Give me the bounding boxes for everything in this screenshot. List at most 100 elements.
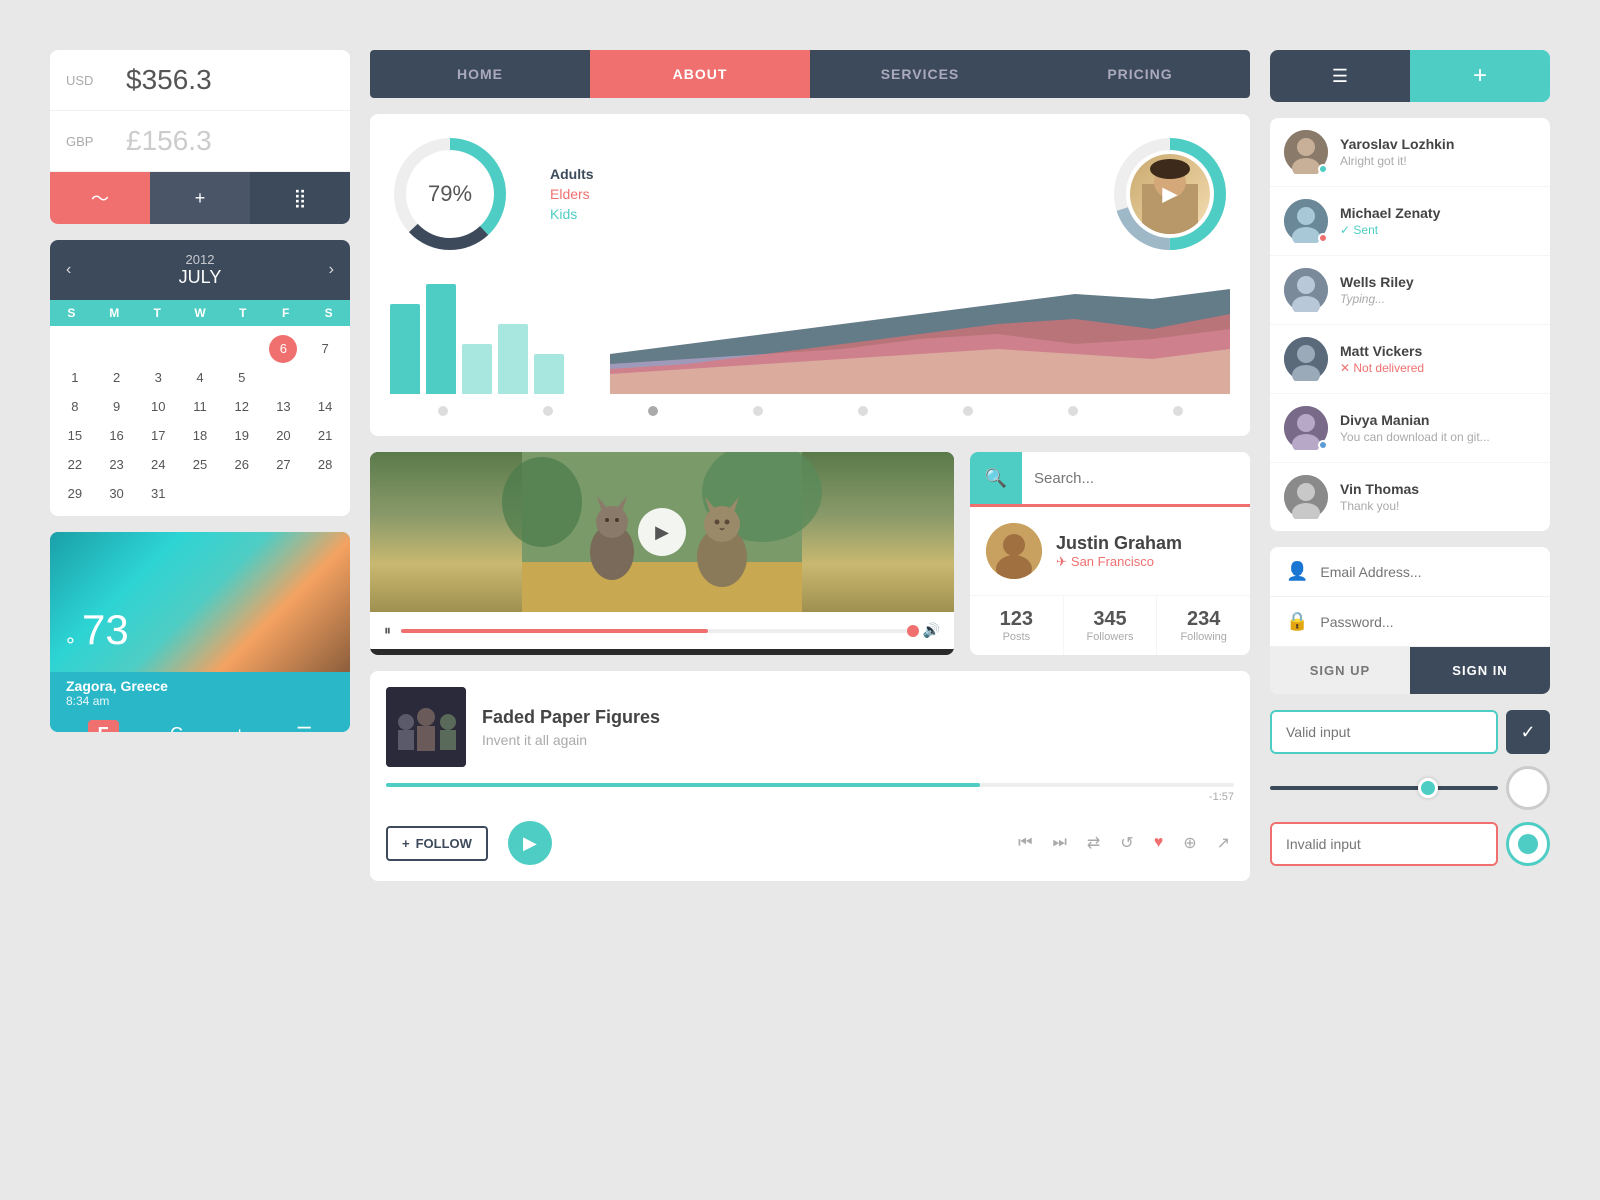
invalid-input-field[interactable] (1270, 822, 1498, 866)
cal-cell[interactable]: 8 (54, 392, 96, 421)
cal-cell[interactable] (263, 363, 305, 392)
radio-button[interactable] (1506, 822, 1550, 866)
chart-dot[interactable] (858, 406, 868, 416)
cal-cell[interactable]: 24 (137, 450, 179, 479)
cal-cell[interactable]: 1 (54, 363, 96, 392)
cal-cell[interactable] (96, 334, 138, 363)
cal-cell-today[interactable]: 6 (269, 335, 297, 363)
video-progress-track[interactable] (401, 629, 913, 633)
chart-dot[interactable] (1068, 406, 1078, 416)
cal-cell[interactable]: 14 (304, 392, 346, 421)
cal-cell[interactable] (304, 479, 346, 508)
cal-cell[interactable]: 10 (137, 392, 179, 421)
chart-dot-active[interactable] (648, 406, 658, 416)
cal-cell[interactable] (137, 334, 179, 363)
nav-about[interactable]: ABOUT (590, 50, 810, 98)
cal-cell[interactable]: 15 (54, 421, 96, 450)
cal-cell[interactable] (304, 363, 346, 392)
nav-home[interactable]: HOME (370, 50, 590, 98)
chart-dot[interactable] (1173, 406, 1183, 416)
cal-cell[interactable]: 19 (221, 421, 263, 450)
shuffle-button[interactable]: ⇄ (1083, 829, 1104, 857)
download-button[interactable]: ⊕ (1179, 829, 1200, 857)
cal-cell[interactable] (54, 334, 96, 363)
cal-cell[interactable] (263, 479, 305, 508)
cal-cell[interactable] (221, 334, 263, 363)
cal-cell[interactable]: 27 (263, 450, 305, 479)
cal-cell[interactable]: 23 (96, 450, 138, 479)
cal-cell[interactable]: 18 (179, 421, 221, 450)
video-play-button[interactable]: ▶ (638, 508, 686, 556)
video-pause-button[interactable]: ⏸ (384, 622, 391, 639)
cal-cell[interactable]: 12 (221, 392, 263, 421)
message-item-michael[interactable]: Michael Zenaty ✓ Sent (1270, 187, 1550, 256)
message-item-divya[interactable]: Divya Manian You can download it on git.… (1270, 394, 1550, 463)
video-progress-thumb[interactable] (907, 625, 919, 637)
cal-cell[interactable]: 28 (304, 450, 346, 479)
cal-cell[interactable]: 20 (263, 421, 305, 450)
share-button[interactable]: ↗ (1213, 829, 1234, 857)
message-item-vin[interactable]: Vin Thomas Thank you! (1270, 463, 1550, 531)
cal-cell[interactable]: 4 (179, 363, 221, 392)
weather-add-button[interactable]: + (234, 724, 245, 732)
cal-cell[interactable]: 25 (179, 450, 221, 479)
weather-list-button[interactable]: ☰ (296, 724, 312, 732)
signin-button[interactable]: SIGN IN (1410, 647, 1550, 694)
slider-thumb[interactable] (1418, 778, 1438, 798)
weather-c-button[interactable]: C (170, 724, 183, 732)
search-button[interactable]: 🔍 (970, 452, 1022, 504)
cal-cell[interactable]: 9 (96, 392, 138, 421)
cal-cell[interactable]: 26 (221, 450, 263, 479)
volume-icon[interactable]: 🔊 (923, 622, 940, 639)
cal-cell[interactable] (179, 334, 221, 363)
add-message-button[interactable]: + (1410, 50, 1550, 102)
like-button[interactable]: ♥ (1150, 830, 1168, 856)
nav-pricing[interactable]: PRICING (1030, 50, 1250, 98)
cal-cell[interactable]: 11 (179, 392, 221, 421)
cal-cell[interactable]: 29 (54, 479, 96, 508)
cal-cell[interactable]: 17 (137, 421, 179, 450)
music-progress-track[interactable] (386, 783, 1234, 787)
cal-cell[interactable]: 21 (304, 421, 346, 450)
repeat-button[interactable]: ↺ (1116, 829, 1137, 857)
next-button[interactable]: ⏭ (1048, 830, 1070, 856)
cal-cell[interactable]: 30 (96, 479, 138, 508)
cal-cell[interactable]: 3 (137, 363, 179, 392)
cal-cell[interactable] (221, 479, 263, 508)
profile-play-icon[interactable]: ▶ (1162, 182, 1177, 207)
email-field[interactable] (1320, 564, 1534, 580)
cal-cell[interactable]: 13 (263, 392, 305, 421)
search-input[interactable] (1022, 470, 1250, 487)
cal-cell[interactable]: 16 (96, 421, 138, 450)
cal-cell[interactable] (179, 479, 221, 508)
password-field[interactable] (1320, 614, 1534, 630)
currency-chart-button[interactable]: 〜 (50, 172, 150, 224)
weather-f-button[interactable]: F (88, 720, 119, 732)
valid-input-field[interactable] (1270, 710, 1498, 754)
chart-dot[interactable] (543, 406, 553, 416)
cal-cell[interactable]: 2 (96, 363, 138, 392)
nav-services[interactable]: SERVICES (810, 50, 1030, 98)
cal-cell[interactable]: 5 (221, 363, 263, 392)
chart-dot[interactable] (753, 406, 763, 416)
follow-button[interactable]: + FOLLOW (386, 826, 488, 861)
message-item-matt[interactable]: Matt Vickers ✕ Not delivered (1270, 325, 1550, 394)
currency-grid-button[interactable]: ⣿ (250, 172, 350, 224)
currency-add-button[interactable]: + (150, 172, 250, 224)
calendar-prev-button[interactable]: ‹ (66, 261, 71, 279)
slider-track[interactable] (1270, 786, 1498, 790)
menu-button[interactable]: ☰ (1270, 50, 1410, 102)
prev-button[interactable]: ⏮ (1014, 830, 1036, 856)
cal-cell[interactable]: 22 (54, 450, 96, 479)
signup-button[interactable]: SIGN UP (1270, 647, 1410, 694)
chart-dot[interactable] (438, 406, 448, 416)
cal-cell[interactable]: 7 (304, 334, 346, 363)
calendar-next-button[interactable]: › (329, 261, 334, 279)
cal-cell[interactable]: 31 (137, 479, 179, 508)
music-play-button[interactable]: ▶ (508, 821, 552, 865)
message-item-wells[interactable]: Wells Riley Typing... (1270, 256, 1550, 325)
message-item-yaroslav[interactable]: Yaroslav Lozhkin Alright got it! (1270, 118, 1550, 187)
slider-circle-button[interactable] (1506, 766, 1550, 810)
chart-dot[interactable] (963, 406, 973, 416)
validate-button[interactable]: ✓ (1506, 710, 1550, 754)
